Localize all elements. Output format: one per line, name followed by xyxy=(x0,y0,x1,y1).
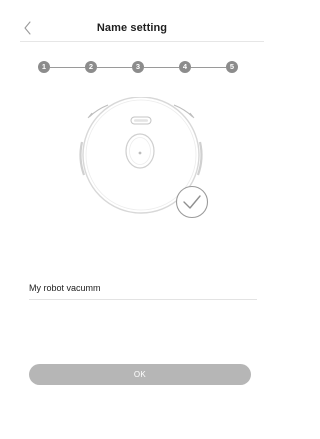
step-1: 1 xyxy=(38,61,50,73)
input-underline xyxy=(29,299,257,300)
robot-vacuum-icon xyxy=(79,96,209,219)
check-circle-icon xyxy=(175,185,209,219)
ok-button[interactable]: OK xyxy=(29,364,251,385)
step-connector xyxy=(97,66,132,68)
robot-illustration xyxy=(70,96,215,222)
page-title: Name setting xyxy=(96,22,168,34)
step-connector xyxy=(144,66,179,68)
header-divider xyxy=(20,41,264,42)
header-bar: Name setting xyxy=(0,0,264,40)
step-connector xyxy=(191,66,226,68)
step-connector xyxy=(50,66,85,68)
robot-name-field xyxy=(29,278,257,300)
step-3: 3 xyxy=(132,61,144,73)
step-2: 2 xyxy=(85,61,97,73)
step-4: 4 xyxy=(179,61,191,73)
step-5: 5 xyxy=(226,61,238,73)
robot-name-input[interactable] xyxy=(29,278,257,298)
step-indicator: 1 2 3 4 5 xyxy=(38,61,243,73)
